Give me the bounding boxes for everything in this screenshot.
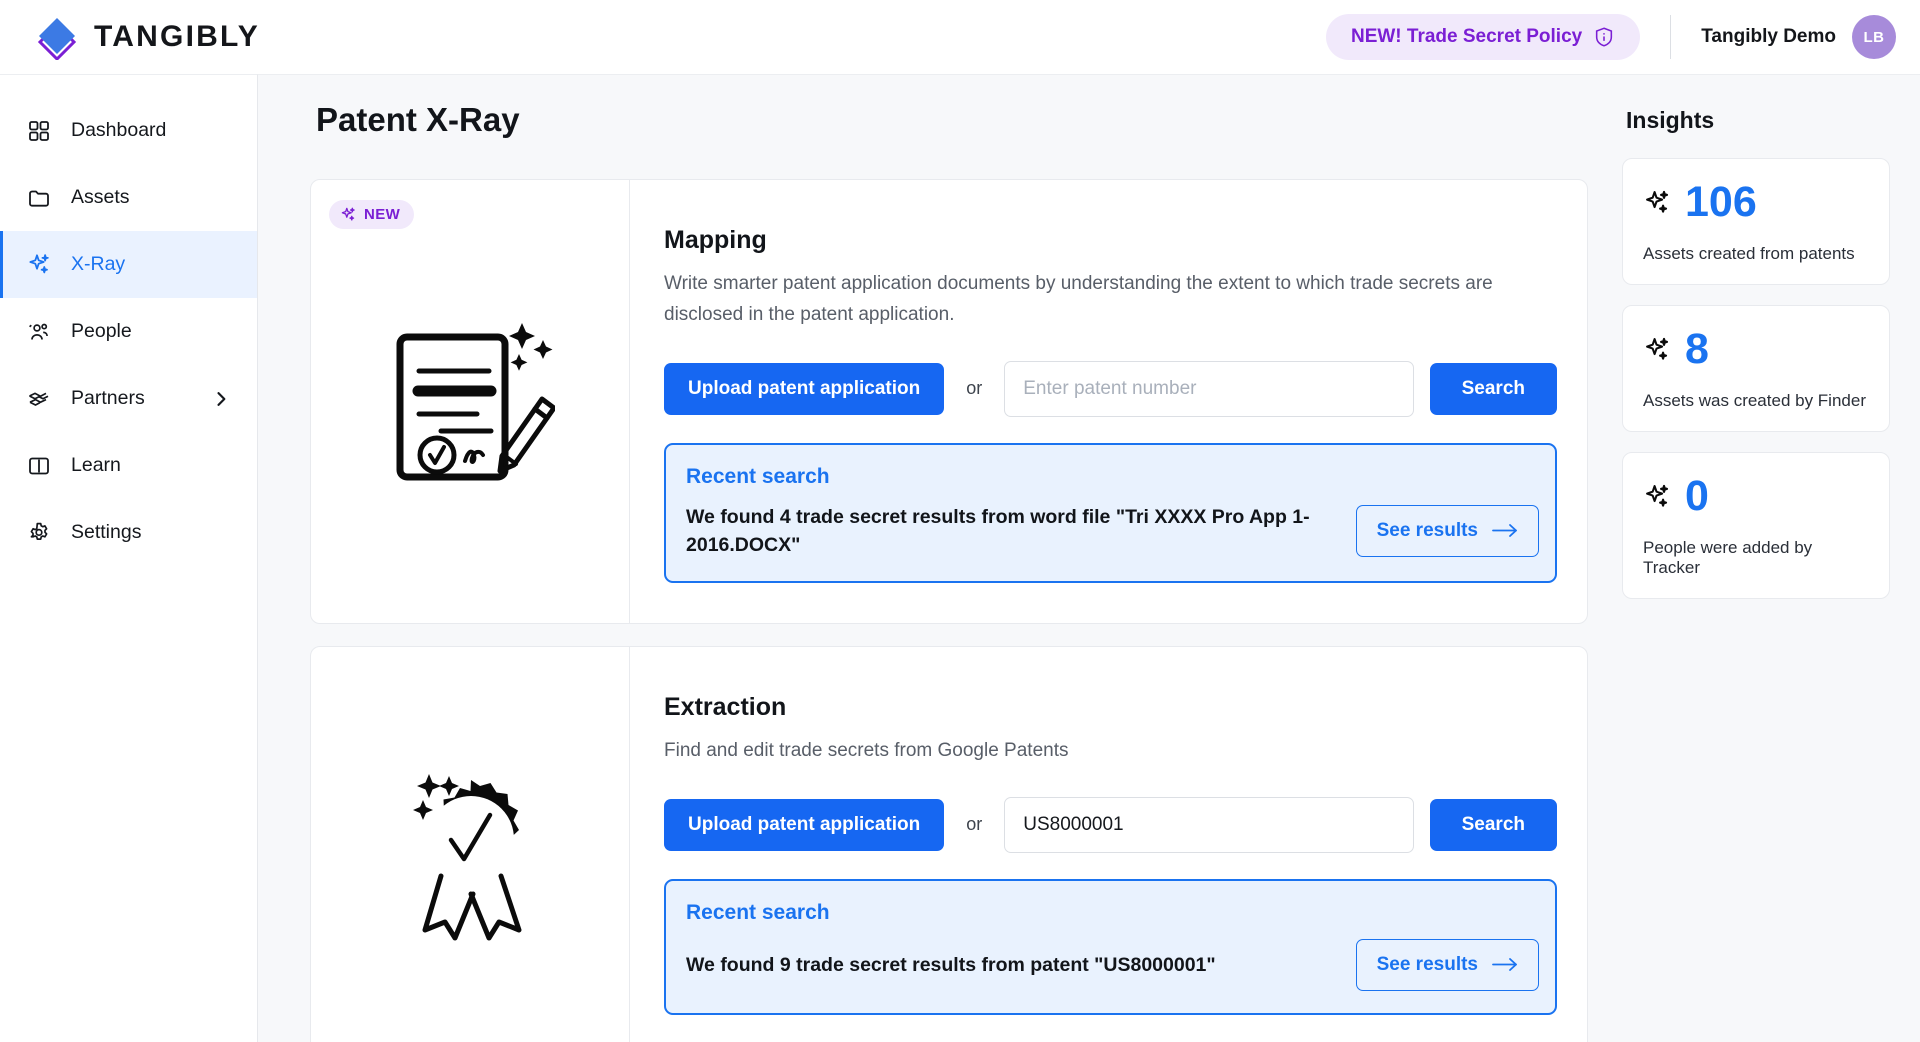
recent-search-box: Recent search We found 9 trade secret re… <box>664 878 1557 1015</box>
extraction-search-row: Upload patent application or Search <box>664 796 1557 853</box>
recent-search-label: Recent search <box>686 900 830 924</box>
sidebar-item-label: Partners <box>71 387 145 409</box>
top-bar-right: NEW! Trade Secret Policy Tangibly Demo L… <box>1325 14 1896 60</box>
sparkle-icon <box>340 206 357 223</box>
sparkle-icon <box>1643 482 1672 511</box>
handshake-icon <box>26 386 52 412</box>
sidebar-item-settings[interactable]: Settings <box>0 499 257 566</box>
insight-label: Assets created from patents <box>1643 244 1855 263</box>
card-description: Write smarter patent application documen… <box>664 273 1493 325</box>
insight-card: 106 Assets created from patents <box>1622 158 1890 285</box>
card-title: Extraction <box>664 693 787 722</box>
insights-title: Insights <box>1626 107 1715 133</box>
sidebar-item-learn[interactable]: Learn <box>0 432 257 499</box>
sidebar-item-x-ray[interactable]: X-Ray <box>0 231 257 298</box>
insight-value: 8 <box>1685 325 1709 373</box>
mapping-search-row: Upload patent application or Search <box>664 360 1557 417</box>
brand-name: TANGIBLY <box>94 20 260 53</box>
grid-icon <box>26 118 52 144</box>
recent-search-label: Recent search <box>686 464 830 488</box>
card-description: Find and edit trade secrets from Google … <box>664 740 1069 762</box>
brand-logo[interactable]: TANGIBLY <box>34 14 260 60</box>
patent-number-input[interactable] <box>1004 796 1414 853</box>
account-menu[interactable]: Tangibly Demo LB <box>1701 15 1896 59</box>
sidebar: Dashboard Assets X-Ray People Partners L… <box>0 74 258 1042</box>
gear-icon <box>26 520 52 546</box>
see-results-label: See results <box>1376 519 1478 541</box>
sidebar-item-label: Settings <box>71 521 142 543</box>
recent-search-text: We found 9 trade secret results from pat… <box>686 953 1216 976</box>
top-bar: TANGIBLY NEW! Trade Secret Policy Tangib… <box>0 0 1920 74</box>
page-title: Patent X-Ray <box>316 101 520 138</box>
sidebar-item-label: X-Ray <box>71 253 126 275</box>
upload-patent-application-button[interactable]: Upload patent application <box>664 798 945 851</box>
card-body: Extraction Find and edit trade secrets f… <box>629 647 1587 1042</box>
insight-top-row: 106 <box>1643 181 1869 224</box>
insight-card: 0 People were added by Tracker <box>1622 452 1890 599</box>
chevron-right-icon <box>211 389 231 409</box>
sidebar-item-label: People <box>71 320 132 342</box>
recent-search-row: We found 4 trade secret results from wor… <box>686 503 1539 560</box>
insight-label: Assets was created by Finder <box>1643 391 1866 410</box>
main-content: Patent X-Ray NEW Mapping Write smarter p… <box>258 74 1920 1042</box>
shield-info-icon <box>1593 26 1615 48</box>
card-body: Mapping Write smarter patent application… <box>629 180 1587 624</box>
award-ribbon-illustration <box>385 756 555 946</box>
sidebar-item-partners[interactable]: Partners <box>0 365 257 432</box>
insight-top-row: 0 <box>1643 475 1869 518</box>
card-title: Mapping <box>664 226 767 254</box>
trade-secret-policy-button[interactable]: NEW! Trade Secret Policy <box>1325 14 1641 60</box>
avatar[interactable]: LB <box>1852 15 1896 59</box>
recent-search-text: We found 4 trade secret results from wor… <box>686 505 1310 556</box>
patent-number-input[interactable] <box>1004 360 1414 417</box>
header-divider <box>1670 15 1672 59</box>
insights-panel: Insights 106 Assets created from patents <box>1622 101 1920 1042</box>
insight-card: 8 Assets was created by Finder <box>1622 305 1890 432</box>
extraction-card: Extraction Find and edit trade secrets f… <box>310 646 1588 1042</box>
sidebar-item-people[interactable]: People <box>0 298 257 365</box>
insight-top-row: 8 <box>1643 328 1869 371</box>
arrow-right-icon <box>1492 523 1518 538</box>
or-label: or <box>966 814 983 835</box>
document-pen-illustration <box>385 309 555 494</box>
people-icon <box>26 319 52 345</box>
sparkle-icon <box>1643 188 1672 217</box>
app-shell: Dashboard Assets X-Ray People Partners L… <box>0 74 1920 1042</box>
card-illustration: NEW <box>311 180 629 623</box>
sparkle-icon <box>1643 335 1672 364</box>
or-label: or <box>966 378 983 399</box>
insight-value: 0 <box>1685 472 1709 520</box>
sidebar-item-assets[interactable]: Assets <box>0 164 257 231</box>
see-results-button[interactable]: See results <box>1355 504 1539 557</box>
new-badge: NEW <box>329 200 415 229</box>
arrow-right-icon <box>1492 957 1518 972</box>
sidebar-item-label: Dashboard <box>71 119 167 141</box>
diamond-logo-icon <box>34 14 80 60</box>
sidebar-item-label: Learn <box>71 454 121 476</box>
policy-label: NEW! Trade Secret Policy <box>1350 26 1583 47</box>
upload-patent-application-button[interactable]: Upload patent application <box>664 362 945 415</box>
main-column: Patent X-Ray NEW Mapping Write smarter p… <box>258 101 1622 1042</box>
see-results-button[interactable]: See results <box>1355 938 1539 991</box>
insight-value: 106 <box>1685 178 1757 226</box>
recent-search-box: Recent search We found 4 trade secret re… <box>664 442 1557 584</box>
recent-search-row: We found 9 trade secret results from pat… <box>686 938 1539 991</box>
search-button[interactable]: Search <box>1429 362 1557 415</box>
search-button[interactable]: Search <box>1429 798 1557 851</box>
card-illustration <box>311 647 629 1042</box>
folder-icon <box>26 185 52 211</box>
mapping-card: NEW Mapping Write smarter patent applica… <box>310 179 1588 625</box>
sparkle-icon <box>26 252 52 278</box>
sidebar-item-label: Assets <box>71 186 130 208</box>
sidebar-item-dashboard[interactable]: Dashboard <box>0 97 257 164</box>
new-badge-label: NEW <box>364 206 401 223</box>
book-icon <box>26 453 52 479</box>
account-name: Tangibly Demo <box>1701 26 1836 47</box>
see-results-label: See results <box>1376 953 1478 975</box>
insight-label: People were added by Tracker <box>1643 538 1813 577</box>
